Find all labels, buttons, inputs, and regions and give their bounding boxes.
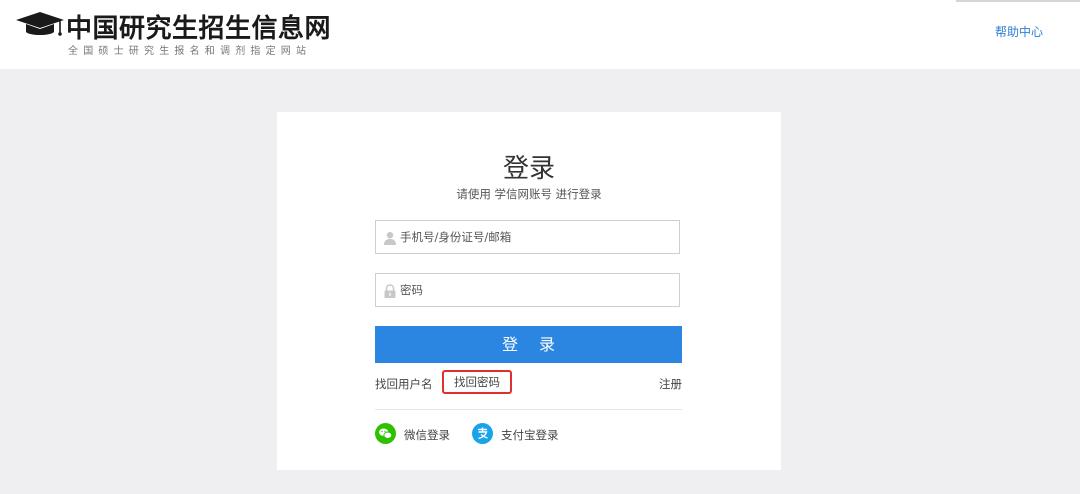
- wechat-login-label: 微信登录: [404, 428, 450, 442]
- password-field[interactable]: [375, 273, 680, 307]
- account-links: 找回用户名 找回密码 注册: [375, 370, 682, 396]
- help-center-link[interactable]: 帮助中心: [995, 23, 1043, 40]
- username-field[interactable]: [375, 220, 680, 254]
- header-edge-line: [956, 0, 1080, 2]
- login-title: 登录: [502, 154, 555, 184]
- login-subtitle: 请使用 学信网账号 进行登录: [456, 187, 602, 201]
- login-button[interactable]: 登 录: [375, 326, 682, 363]
- find-password-link[interactable]: 找回密码: [442, 370, 512, 394]
- site-title: 中国研究生招生信息网: [66, 14, 332, 44]
- register-link[interactable]: 注册: [659, 376, 682, 392]
- find-username-link[interactable]: 找回用户名: [375, 376, 433, 392]
- graduation-cap-icon: [14, 11, 66, 39]
- password-input[interactable]: [400, 274, 675, 306]
- third-party-login: 微信登录 支付宝登录: [375, 423, 682, 445]
- username-input[interactable]: [400, 221, 675, 253]
- alipay-login-label: 支付宝登录: [501, 428, 559, 442]
- wechat-icon: [375, 423, 396, 444]
- login-card: 登录 请使用 学信网账号 进行登录 登 录 找回用户名 找回密码 注册: [277, 112, 781, 470]
- user-icon: [383, 230, 397, 245]
- site-logo[interactable]: 中国研究生招生信息网 全国硕士研究生报名和调剂指定网站: [14, 8, 334, 60]
- alipay-icon: [472, 423, 493, 444]
- divider: [375, 409, 682, 410]
- site-header: 中国研究生招生信息网 全国硕士研究生报名和调剂指定网站 帮助中心: [0, 0, 1080, 69]
- lock-icon: [383, 283, 397, 298]
- site-subtitle: 全国硕士研究生报名和调剂指定网站: [68, 46, 312, 57]
